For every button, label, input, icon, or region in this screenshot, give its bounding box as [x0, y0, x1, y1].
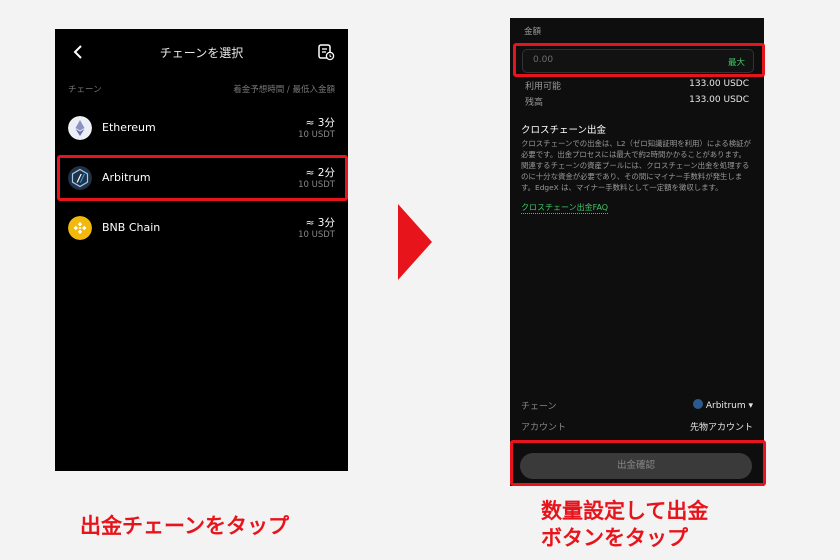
withdraw-screen: 金額 0.00 最大 利用可能 133.00 USDC 残高 133.00 US… [510, 18, 764, 486]
chain-name: BNB Chain [102, 221, 161, 234]
highlight-confirm-button [510, 440, 766, 486]
caption-left: 出金チェーンをタップ [80, 514, 289, 538]
arbitrum-mini-icon [692, 399, 703, 409]
chain-row-bnb[interactable]: BNB Chain ≈ 3分 10 USDT [55, 207, 348, 249]
col-time-label: 着金予想時間 / 最低入金額 [233, 85, 335, 95]
highlight-amount-input [513, 43, 765, 77]
chain-time: ≈ 3分 [305, 117, 335, 129]
ethereum-icon [68, 116, 92, 140]
chain-selector[interactable]: Arbitrum ▾ [692, 399, 753, 411]
balance-row: 残高 133.00 USDC [525, 95, 749, 108]
account-row: アカウント 先物アカウント [521, 420, 753, 433]
bnb-icon [68, 216, 92, 240]
chain-select-screen: チェーンを選択 チェーン 着金予想時間 / 最低入金額 Ethereum ≈ 3… [55, 29, 348, 471]
available-value: 133.00 USDC [689, 79, 749, 89]
chain-row-ethereum[interactable]: Ethereum ≈ 3分 10 USDT [55, 107, 348, 149]
caption-right: 数量設定して出金 ボタンをタップ [541, 498, 708, 552]
chain-row[interactable]: チェーン Arbitrum ▾ [521, 399, 753, 412]
caption-right-line1: 数量設定して出金 [541, 499, 709, 523]
chain-min-deposit: 10 USDT [298, 130, 335, 140]
amount-label: 金額 [524, 27, 542, 37]
chain-name: Ethereum [102, 121, 156, 134]
chain-label: チェーン [521, 402, 557, 412]
chain-time: ≈ 3分 [305, 217, 335, 229]
account-value: 先物アカウント [689, 423, 753, 433]
col-chain-label: チェーン [68, 85, 102, 95]
chain-value: Arbitrum ▾ [705, 401, 753, 411]
account-label: アカウント [521, 423, 567, 433]
cross-chain-description: クロスチェーンでの出金は、L2（ゼロ知識証明を利用）による検証が必要です。出金プ… [521, 139, 751, 192]
caption-right-line2: ボタンをタップ [541, 526, 688, 550]
cross-chain-faq-link[interactable]: クロスチェーン出金FAQ [521, 202, 609, 214]
next-step-arrow [398, 204, 432, 280]
page-title: チェーンを選択 [159, 46, 244, 60]
highlight-arbitrum [57, 155, 348, 201]
available-label: 利用可能 [525, 82, 562, 92]
available-row: 利用可能 133.00 USDC [525, 79, 749, 92]
chain-min-deposit: 10 USDT [298, 230, 335, 240]
header: チェーンを選択 [55, 29, 348, 75]
history-icon[interactable] [317, 43, 335, 61]
balance-label: 残高 [525, 98, 544, 108]
balance-value: 133.00 USDC [689, 95, 749, 105]
cross-chain-title: クロスチェーン出金 [521, 125, 607, 136]
